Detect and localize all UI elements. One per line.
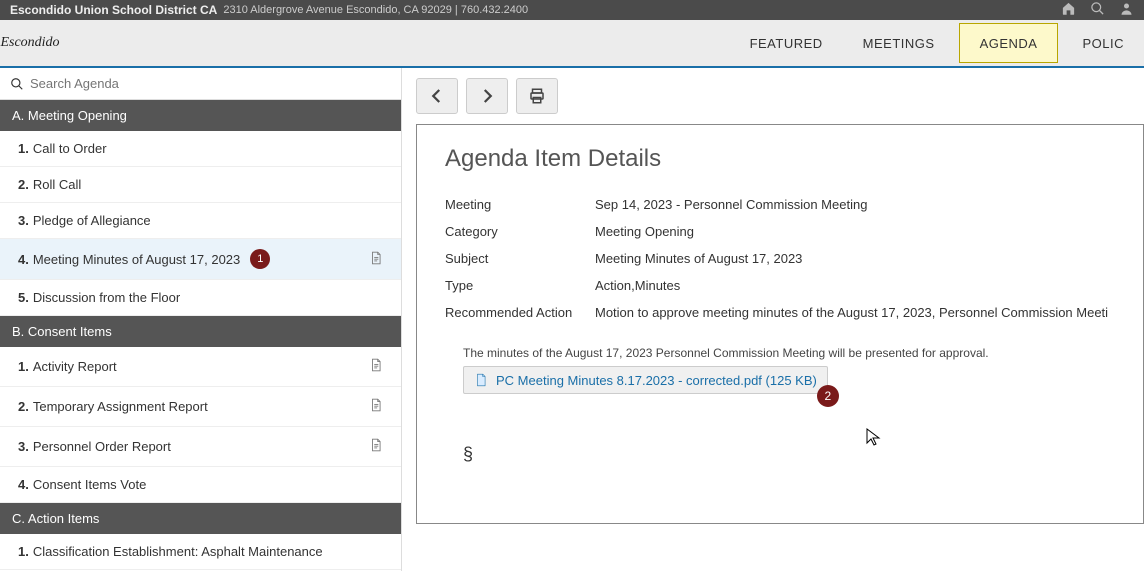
item-label: Discussion from the Floor (33, 290, 180, 305)
item-label: Pledge of Allegiance (33, 213, 151, 228)
item-label: Temporary Assignment Report (33, 399, 208, 414)
agenda-item[interactable]: 4. Consent Items Vote (0, 467, 401, 503)
item-number: 5. (18, 290, 29, 305)
next-button[interactable] (466, 78, 508, 114)
agenda-item[interactable]: 4. Meeting Minutes of August 17, 2023 1 (0, 239, 401, 280)
agenda-sidebar: A. Meeting Opening 1. Call to Order 2. Roll … (0, 68, 402, 571)
item-label: Meeting Minutes of August 17, 2023 (33, 252, 240, 267)
search-icon[interactable] (1090, 1, 1105, 19)
item-label: Call to Order (33, 141, 107, 156)
section-symbol: § (463, 444, 1115, 465)
file-icon (474, 372, 488, 388)
section-header[interactable]: B. Consent Items (0, 316, 401, 347)
detail-toolbar (416, 78, 1144, 114)
tab-meetings[interactable]: MEETINGS (843, 20, 955, 66)
top-org-bar: Escondido Union School District CA 2310 … (0, 0, 1144, 20)
search-row (0, 68, 401, 100)
item-label: Activity Report (33, 359, 117, 374)
org-name: Escondido Union School District CA (10, 3, 217, 17)
item-number: 4. (18, 477, 29, 492)
tab-policies[interactable]: POLIC (1062, 20, 1144, 66)
agenda-item-details: Agenda Item Details MeetingSep 14, 2023 … (416, 124, 1144, 524)
attachment-filename: PC Meeting Minutes 8.17.2023 - corrected… (496, 373, 817, 388)
field-meeting-label: Meeting (445, 197, 595, 212)
field-category-value: Meeting Opening (595, 224, 1115, 239)
main-navbar: Escondido FEATURED MEETINGS AGENDA POLIC (0, 20, 1144, 68)
document-icon (369, 250, 383, 269)
agenda-item[interactable]: 2. Roll Call (0, 167, 401, 203)
document-icon (369, 397, 383, 416)
org-address: 2310 Aldergrove Avenue Escondido, CA 920… (223, 4, 528, 16)
print-button[interactable] (516, 78, 558, 114)
agenda-item[interactable]: 1. Classification Establishment: Asphalt … (0, 534, 401, 570)
detail-heading: Agenda Item Details (445, 145, 1115, 173)
section-header[interactable]: C. Action Items (0, 503, 401, 534)
document-icon (369, 357, 383, 376)
item-number: 2. (18, 399, 29, 414)
field-type-label: Type (445, 278, 595, 293)
item-number: 1. (18, 359, 29, 374)
agenda-item[interactable]: 1. Activity Report (0, 347, 401, 387)
item-number: 3. (18, 439, 29, 454)
tab-featured[interactable]: FEATURED (730, 20, 843, 66)
item-number: 3. (18, 213, 29, 228)
tab-agenda[interactable]: AGENDA (959, 23, 1059, 63)
home-icon[interactable] (1061, 1, 1076, 19)
item-label: Classification Establishment: Asphalt Ma… (33, 544, 323, 559)
attachment-badge: 2 (817, 385, 839, 407)
document-icon (369, 437, 383, 456)
field-category-label: Category (445, 224, 595, 239)
field-recommended-label: Recommended Action (445, 305, 595, 320)
field-meeting-value: Sep 14, 2023 - Personnel Commission Meet… (595, 197, 1115, 212)
district-logo[interactable]: Escondido (0, 20, 60, 66)
search-icon (10, 77, 24, 91)
item-label: Roll Call (33, 177, 81, 192)
prev-button[interactable] (416, 78, 458, 114)
user-icon[interactable] (1119, 1, 1134, 19)
agenda-item[interactable]: 1. Call to Order (0, 131, 401, 167)
agenda-item[interactable]: 3. Personnel Order Report (0, 427, 401, 467)
attachment-description: The minutes of the August 17, 2023 Perso… (463, 346, 1115, 360)
main-panel: Agenda Item Details MeetingSep 14, 2023 … (402, 68, 1144, 571)
attachment-link[interactable]: PC Meeting Minutes 8.17.2023 - corrected… (463, 366, 828, 394)
agenda-item[interactable]: 5. Discussion from the Floor (0, 280, 401, 316)
field-type-value: Action,Minutes (595, 278, 1115, 293)
agenda-item[interactable]: 2. Temporary Assignment Report (0, 387, 401, 427)
item-label: Personnel Order Report (33, 439, 171, 454)
section-header[interactable]: A. Meeting Opening (0, 100, 401, 131)
search-input[interactable] (30, 76, 391, 91)
item-number: 1. (18, 544, 29, 559)
item-number: 1. (18, 141, 29, 156)
field-subject-label: Subject (445, 251, 595, 266)
topbar-icons (1061, 1, 1134, 19)
agenda-item[interactable]: 3. Pledge of Allegiance (0, 203, 401, 239)
item-badge: 1 (250, 249, 270, 269)
item-label: Consent Items Vote (33, 477, 146, 492)
item-number: 4. (18, 252, 29, 267)
item-number: 2. (18, 177, 29, 192)
field-recommended-value: Motion to approve meeting minutes of the… (595, 305, 1115, 320)
field-subject-value: Meeting Minutes of August 17, 2023 (595, 251, 1115, 266)
